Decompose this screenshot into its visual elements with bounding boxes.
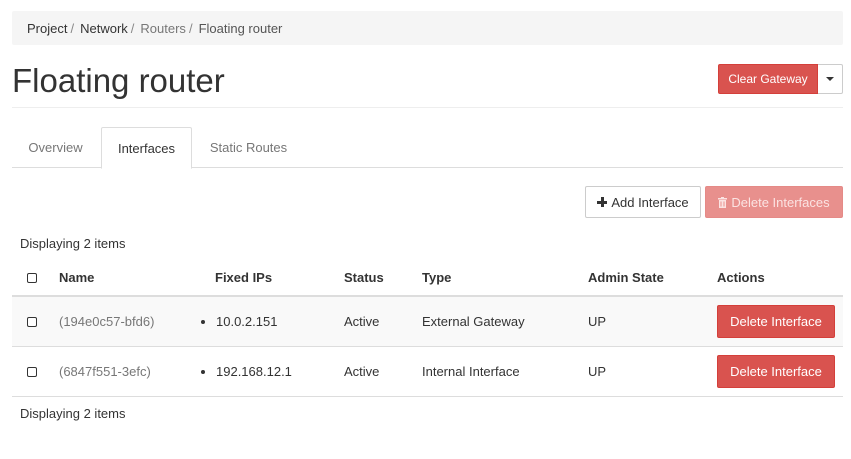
list-bullet bbox=[201, 369, 205, 374]
table-header-row: Name Fixed IPs Status Type Admin State A… bbox=[12, 260, 843, 297]
breadcrumb-network: Network bbox=[80, 20, 128, 36]
tab-bar: Overview Interfaces Static Routes bbox=[12, 127, 843, 169]
breadcrumb-project: Project bbox=[27, 20, 68, 36]
item-count-top: Displaying 2 items bbox=[20, 236, 126, 251]
add-interface-label: Add Interface bbox=[611, 194, 689, 210]
row-checkbox[interactable] bbox=[27, 316, 37, 327]
fixed-ip-cell: 10.0.2.151 bbox=[201, 297, 277, 346]
clear-gateway-button-group: Clear Gateway bbox=[718, 64, 843, 94]
trash-icon bbox=[718, 196, 728, 208]
breadcrumb-routers-link[interactable]: Routers bbox=[140, 21, 186, 36]
item-count-bottom: Displaying 2 items bbox=[20, 406, 126, 421]
clear-gateway-button[interactable]: Clear Gateway bbox=[718, 64, 818, 94]
actions-dropdown-toggle[interactable] bbox=[818, 64, 843, 94]
breadcrumb-separator: / bbox=[130, 20, 135, 36]
breadcrumb-separator: / bbox=[188, 20, 193, 36]
column-header-fixed-ips[interactable]: Fixed IPs bbox=[215, 260, 272, 295]
status-value: Active bbox=[344, 364, 380, 379]
delete-interface-button[interactable]: Delete Interface bbox=[717, 355, 835, 388]
caret-down-icon bbox=[826, 77, 834, 81]
admin-state-value: UP bbox=[588, 314, 607, 329]
delete-interface-button[interactable]: Delete Interface bbox=[717, 305, 835, 338]
list-bullet bbox=[201, 319, 205, 324]
fixed-ip-value: 192.168.12.1 bbox=[216, 364, 292, 379]
type-value: Internal Interface bbox=[422, 364, 520, 379]
breadcrumb-current: Floating router bbox=[198, 20, 283, 36]
column-header-actions: Actions bbox=[717, 270, 765, 285]
table-row: (194e0c57-bfd6) 10.0.2.151 Active Extern… bbox=[12, 297, 843, 347]
tab-static-routes[interactable]: Static Routes bbox=[194, 127, 303, 168]
tab-overview[interactable]: Overview bbox=[12, 127, 99, 168]
table-row: (6847f551-3efc) 192.168.12.1 Active Inte… bbox=[12, 347, 843, 397]
tab-interfaces[interactable]: Interfaces bbox=[101, 127, 192, 169]
row-select-cell bbox=[27, 347, 37, 396]
column-header-status[interactable]: Status bbox=[344, 260, 384, 295]
select-all-checkbox[interactable] bbox=[27, 272, 37, 283]
interface-name-link[interactable]: (6847f551-3efc) bbox=[59, 347, 151, 396]
delete-interfaces-button[interactable]: Delete Interfaces bbox=[705, 186, 843, 218]
breadcrumb-separator: / bbox=[70, 20, 75, 36]
delete-interfaces-label: Delete Interfaces bbox=[731, 194, 830, 210]
actions-cell: Delete Interface bbox=[717, 297, 835, 346]
row-select-cell bbox=[27, 297, 37, 346]
interface-name-link[interactable]: (194e0c57-bfd6) bbox=[59, 297, 154, 346]
admin-state-value: UP bbox=[588, 364, 607, 379]
column-header-name[interactable]: Name bbox=[59, 260, 94, 295]
status-value: Active bbox=[344, 314, 380, 329]
fixed-ip-cell: 192.168.12.1 bbox=[201, 347, 292, 396]
plus-icon bbox=[597, 197, 608, 207]
actions-cell: Delete Interface bbox=[717, 347, 835, 396]
add-interface-button[interactable]: Add Interface bbox=[585, 186, 701, 218]
breadcrumb: Project / Network / Routers / Floating r… bbox=[12, 11, 843, 45]
column-header-type[interactable]: Type bbox=[422, 260, 451, 295]
page-title: Floating router bbox=[12, 62, 225, 99]
header-divider bbox=[12, 107, 843, 108]
fixed-ip-value: 10.0.2.151 bbox=[216, 314, 278, 329]
row-checkbox[interactable] bbox=[27, 366, 37, 377]
select-all-cell bbox=[27, 260, 37, 295]
column-header-admin-state[interactable]: Admin State bbox=[588, 260, 664, 295]
type-value: External Gateway bbox=[422, 314, 525, 329]
